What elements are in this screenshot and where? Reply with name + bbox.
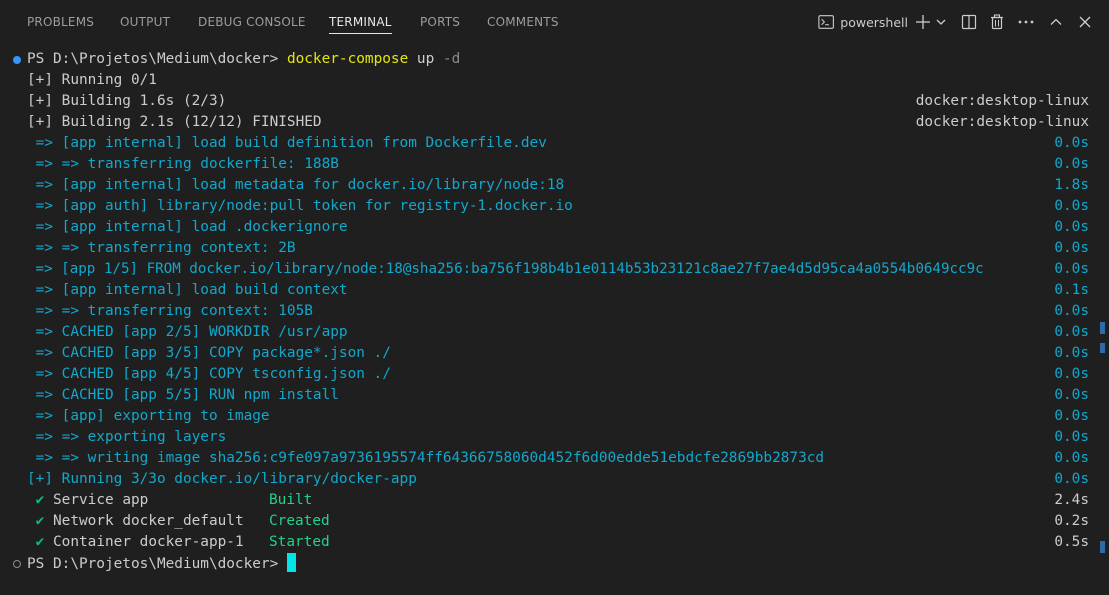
step-duration: 0.0s [1054, 261, 1089, 277]
build-step: => [app internal] load .dockerignore [27, 219, 348, 235]
split-terminal-button[interactable] [960, 0, 978, 44]
build-step: => => exporting layers [27, 429, 227, 445]
tab-problems[interactable]: PROBLEMS [27, 0, 94, 44]
terminal-icon [818, 15, 834, 29]
new-terminal-button[interactable] [914, 0, 932, 44]
terminal-output[interactable]: PS D:\Projetos\Medium\docker> docker-com… [0, 44, 1109, 595]
prompt: PS D:\Projetos\Medium\docker> [27, 51, 279, 67]
command-name: docker-compose [286, 51, 409, 67]
scrollbar-mark [1100, 541, 1105, 553]
step-duration: 0.0s [1054, 450, 1089, 466]
check-icon: ✔ [35, 513, 45, 529]
check-icon: ✔ [35, 534, 45, 550]
tab-terminal[interactable]: TERMINAL [329, 0, 392, 44]
build-step: => => transferring dockerfile: 188B [27, 156, 339, 172]
service-time: 2.4s [1054, 492, 1089, 508]
current-prompt-line[interactable]: PS D:\Projetos\Medium\docker> [27, 553, 296, 574]
scrollbar-mark [1100, 322, 1105, 334]
build-step: => [app internal] load build context [27, 282, 348, 298]
service-status: Started [269, 534, 330, 550]
terminal-cursor [286, 553, 296, 572]
panel-tab-bar: PROBLEMS OUTPUT DEBUG CONSOLE TERMINAL P… [0, 0, 1109, 44]
build-context: docker:desktop-linux [915, 93, 1089, 109]
output-line: [+] Building 1.6s (2/3) [27, 93, 227, 109]
build-step: => CACHED [app 2/5] WORKDIR /usr/app [27, 324, 348, 340]
service-row: ✔ Service app Built [27, 490, 313, 511]
build-step: => => transferring context: 105B [27, 303, 313, 319]
prompt: PS D:\Projetos\Medium\docker> [27, 556, 279, 572]
step-duration: 0.0s [1054, 345, 1089, 361]
check-icon: ✔ [35, 492, 45, 508]
build-context: docker:desktop-linux [915, 114, 1089, 130]
terminal-dropdown-button[interactable] [934, 0, 948, 44]
chevron-up-icon [1050, 18, 1062, 25]
build-step: => [app 1/5] FROM docker.io/library/node… [27, 261, 984, 277]
build-step: => CACHED [app 4/5] COPY tsconfig.json .… [27, 366, 391, 382]
service-name: Network docker_default [53, 513, 244, 529]
output-line: [+] Running 0/1 [27, 72, 157, 88]
build-step: => [app internal] load metadata for dock… [27, 177, 565, 193]
more-icon [1018, 20, 1034, 24]
step-duration: 0.0s [1054, 429, 1089, 445]
build-step: => CACHED [app 5/5] RUN npm install [27, 387, 339, 403]
command-flag: -d [442, 51, 461, 67]
plus-icon [916, 15, 930, 29]
tab-ports[interactable]: PORTS [420, 0, 460, 44]
close-icon [1079, 16, 1091, 28]
step-duration: 0.0s [1054, 240, 1089, 256]
tab-output[interactable]: OUTPUT [120, 0, 170, 44]
service-row: ✔ Network docker_default Created [27, 511, 330, 532]
step-duration: 0.0s [1054, 387, 1089, 403]
chevron-down-icon [936, 19, 946, 25]
maximize-panel-button[interactable] [1047, 0, 1065, 44]
build-step: => [app auth] library/node:pull token fo… [27, 198, 573, 214]
build-step: => => writing image sha256:c9fe097a97361… [27, 450, 825, 466]
shell-name: powershell [840, 14, 908, 30]
service-status: Built [269, 492, 313, 508]
scrollbar-mark [1100, 343, 1105, 353]
service-name: Service app [53, 492, 149, 508]
service-status: Created [269, 513, 330, 529]
step-duration: 1.8s [1054, 177, 1089, 193]
tab-comments[interactable]: COMMENTS [487, 0, 559, 44]
step-duration: 0.0s [1054, 471, 1089, 487]
step-duration: 0.0s [1054, 408, 1089, 424]
tab-debug-console[interactable]: DEBUG CONSOLE [198, 0, 306, 44]
split-icon [961, 14, 977, 30]
command-line: PS D:\Projetos\Medium\docker> docker-com… [27, 49, 460, 70]
service-time: 0.5s [1054, 534, 1089, 550]
step-duration: 0.0s [1054, 198, 1089, 214]
kill-terminal-button[interactable] [988, 0, 1006, 44]
output-line: [+] Building 2.1s (12/12) FINISHED [27, 114, 322, 130]
step-duration: 0.0s [1054, 219, 1089, 235]
command-success-decoration[interactable] [13, 56, 21, 64]
command-arg: up [416, 51, 435, 67]
step-duration: 0.0s [1054, 135, 1089, 151]
step-duration: 0.1s [1054, 282, 1089, 298]
step-duration: 0.0s [1054, 324, 1089, 340]
close-panel-button[interactable] [1076, 0, 1094, 44]
step-duration: 0.0s [1054, 156, 1089, 172]
service-row: ✔ Container docker-app-1 Started [27, 532, 330, 553]
service-name: Container docker-app-1 [53, 534, 244, 550]
service-time: 0.2s [1054, 513, 1089, 529]
step-duration: 0.0s [1054, 366, 1089, 382]
more-actions-button[interactable] [1016, 0, 1036, 44]
build-step: => [app] exporting to image [27, 408, 270, 424]
build-step: => [app internal] load build definition … [27, 135, 547, 151]
build-step: => => transferring context: 2B [27, 240, 296, 256]
running-status: [+] Running 3/3o docker.io/library/docke… [27, 471, 417, 487]
shell-selector[interactable]: powershell [818, 0, 908, 44]
build-step: => CACHED [app 3/5] COPY package*.json .… [27, 345, 391, 361]
step-duration: 0.0s [1054, 303, 1089, 319]
command-pending-decoration[interactable] [13, 560, 21, 568]
trash-icon [991, 14, 1003, 30]
